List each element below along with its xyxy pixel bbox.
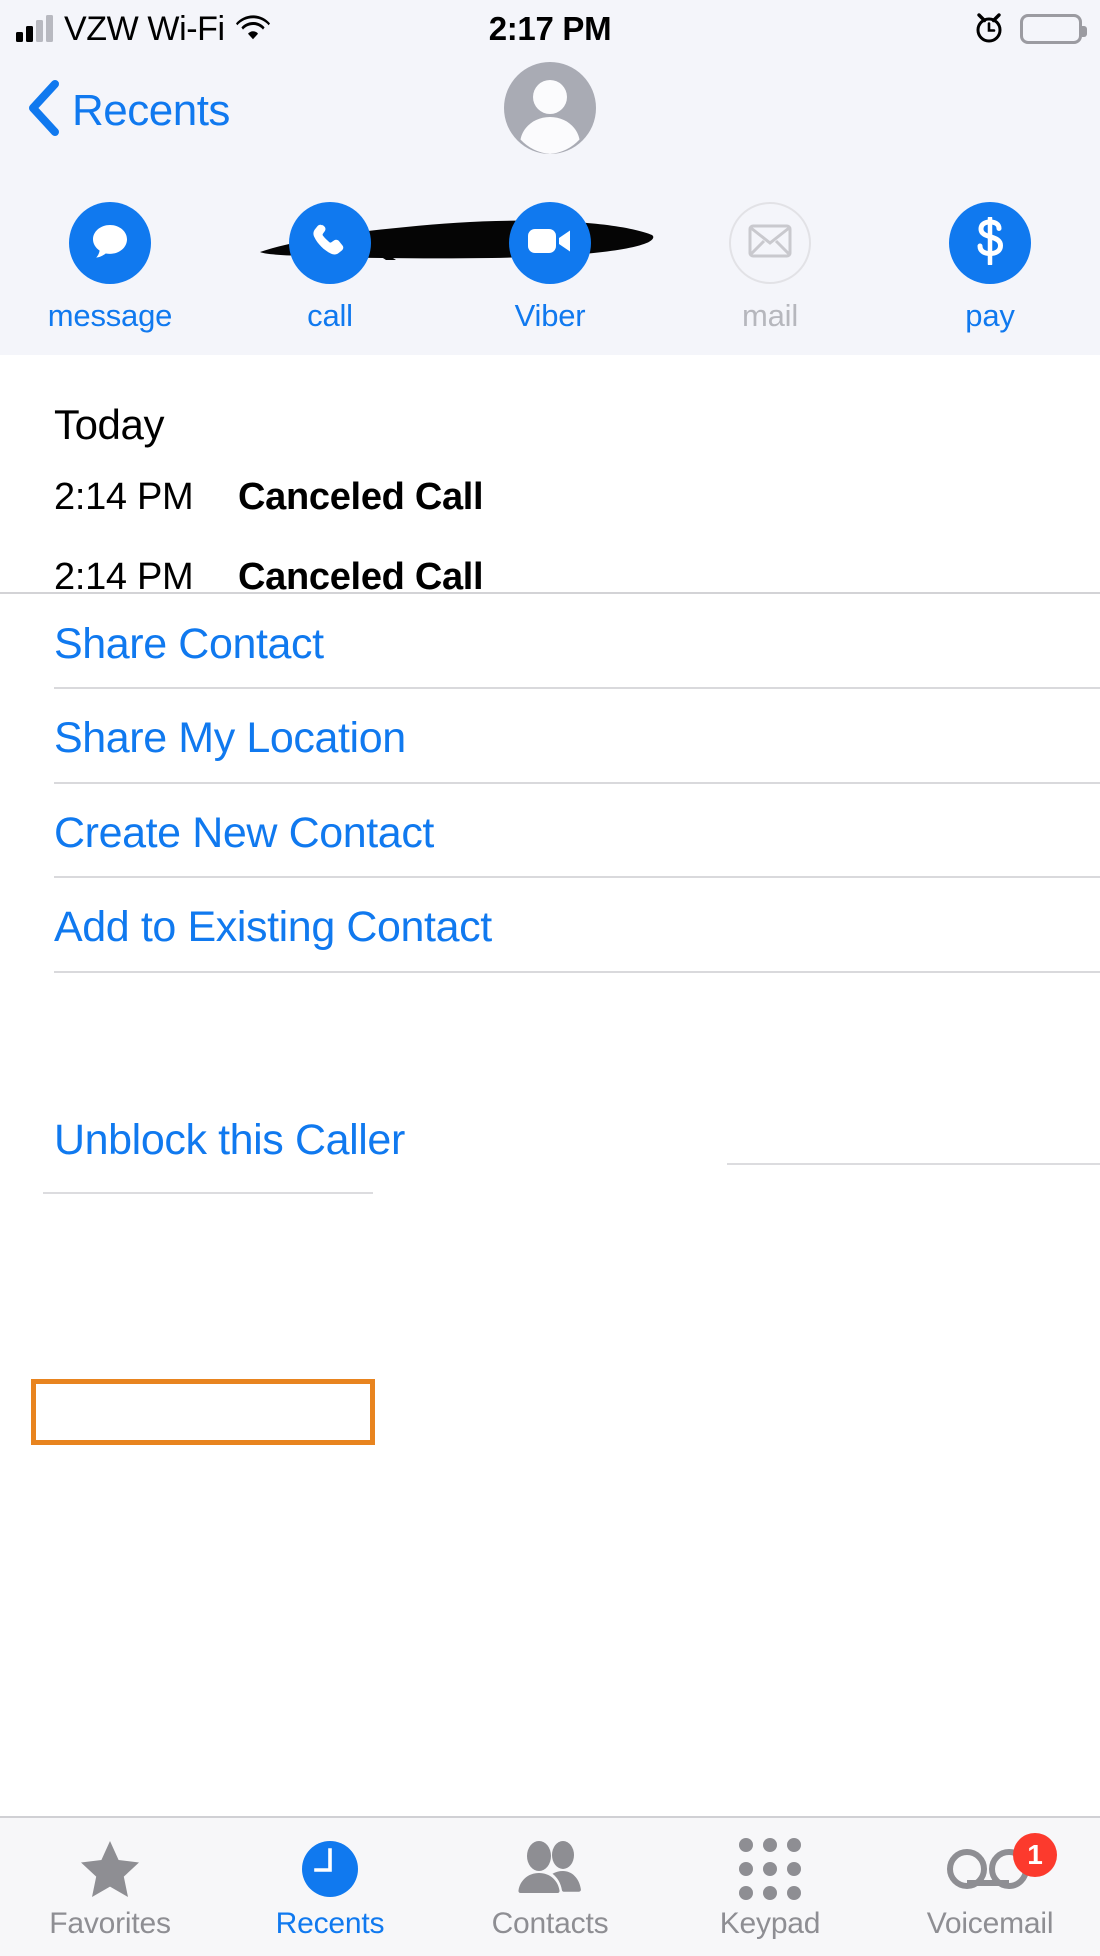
- message-button-circle: [69, 202, 151, 284]
- status-bar-right: [974, 11, 1087, 48]
- dollar-sign-icon: [975, 215, 1005, 270]
- share-my-location-button[interactable]: Share My Location: [54, 714, 406, 763]
- back-button-label: Recents: [72, 85, 230, 135]
- call-log-row[interactable]: 2:14 PM Canceled Call: [0, 549, 1100, 605]
- tab-label-contacts: Contacts: [491, 1907, 609, 1940]
- action-button-mail: mail: [660, 202, 880, 334]
- tab-favorites[interactable]: Favorites: [0, 1818, 220, 1956]
- list-divider: [43, 1192, 373, 1194]
- battery-icon: [1020, 14, 1087, 44]
- mail-button-circle: [729, 202, 811, 284]
- list-divider-partial: [727, 1163, 1100, 1165]
- call-log-section-title: Today: [54, 401, 165, 448]
- iphone-screen: VZW Wi-Fi 2:17 PM Recents message call V…: [0, 0, 1100, 1956]
- list-divider: [54, 971, 1100, 973]
- action-button-pay[interactable]: pay: [880, 202, 1100, 334]
- section-divider: [0, 592, 1100, 594]
- list-divider: [54, 876, 1100, 878]
- unblock-this-caller-button[interactable]: Unblock this Caller: [54, 1116, 405, 1165]
- people-icon: [515, 1839, 585, 1899]
- action-button-message[interactable]: message: [0, 202, 220, 334]
- tab-voicemail[interactable]: 1 Voicemail: [880, 1818, 1100, 1956]
- tab-bar: Favorites Recents Contacts Keypad 1 Voic…: [0, 1816, 1100, 1956]
- voicemail-badge: 1: [1013, 1833, 1057, 1877]
- call-log-type: Canceled Call: [238, 475, 484, 518]
- phone-icon: [309, 220, 351, 267]
- call-button-circle: [289, 202, 371, 284]
- message-bubble-icon: [88, 219, 132, 268]
- action-label-message: message: [47, 298, 173, 333]
- list-divider: [54, 687, 1100, 689]
- video-camera-icon: [527, 225, 573, 262]
- status-bar-clock: 2:17 PM: [488, 10, 612, 47]
- action-button-call[interactable]: call: [220, 202, 440, 334]
- action-label-pay: pay: [965, 298, 1015, 333]
- action-label-call: call: [307, 298, 353, 333]
- alarm-clock-icon: [974, 11, 1004, 48]
- clock-icon: [301, 1839, 359, 1899]
- pay-button-circle: [949, 202, 1031, 284]
- keypad-dots-icon: [739, 1838, 801, 1900]
- call-log-row[interactable]: 2:14 PM Canceled Call: [0, 469, 1100, 525]
- action-button-viber[interactable]: Viber: [440, 202, 660, 334]
- contact-header: Recents message call Viber mail pay: [0, 58, 1100, 355]
- back-to-recents-button[interactable]: Recents: [26, 80, 230, 141]
- tab-keypad[interactable]: Keypad: [660, 1818, 880, 1956]
- tab-label-voicemail: Voicemail: [926, 1907, 1054, 1940]
- star-icon: [79, 1839, 141, 1899]
- chevron-left-icon: [26, 80, 60, 141]
- call-log-time: 2:14 PM: [54, 475, 194, 518]
- share-contact-button[interactable]: Share Contact: [54, 620, 324, 669]
- list-divider: [54, 782, 1100, 784]
- add-to-existing-contact-button[interactable]: Add to Existing Contact: [54, 903, 492, 952]
- tab-contacts[interactable]: Contacts: [440, 1818, 660, 1956]
- action-label-mail: mail: [741, 298, 799, 333]
- envelope-icon: [748, 224, 792, 263]
- viber-button-circle: [509, 202, 591, 284]
- status-bar: VZW Wi-Fi 2:17 PM: [0, 0, 1100, 58]
- quick-action-row: message call Viber mail pay: [0, 202, 1100, 334]
- create-new-contact-button[interactable]: Create New Contact: [54, 809, 434, 858]
- voicemail-tape-icon: 1: [947, 1833, 1057, 1899]
- tab-label-keypad: Keypad: [719, 1907, 821, 1940]
- tab-label-recents: Recents: [275, 1907, 385, 1940]
- person-placeholder-avatar[interactable]: [504, 62, 596, 154]
- tab-label-favorites: Favorites: [49, 1907, 171, 1940]
- tab-recents[interactable]: Recents: [220, 1818, 440, 1956]
- detail-body: Today 2:14 PM Canceled Call 2:14 PM Canc…: [0, 355, 1100, 1956]
- action-label-viber: Viber: [514, 298, 586, 333]
